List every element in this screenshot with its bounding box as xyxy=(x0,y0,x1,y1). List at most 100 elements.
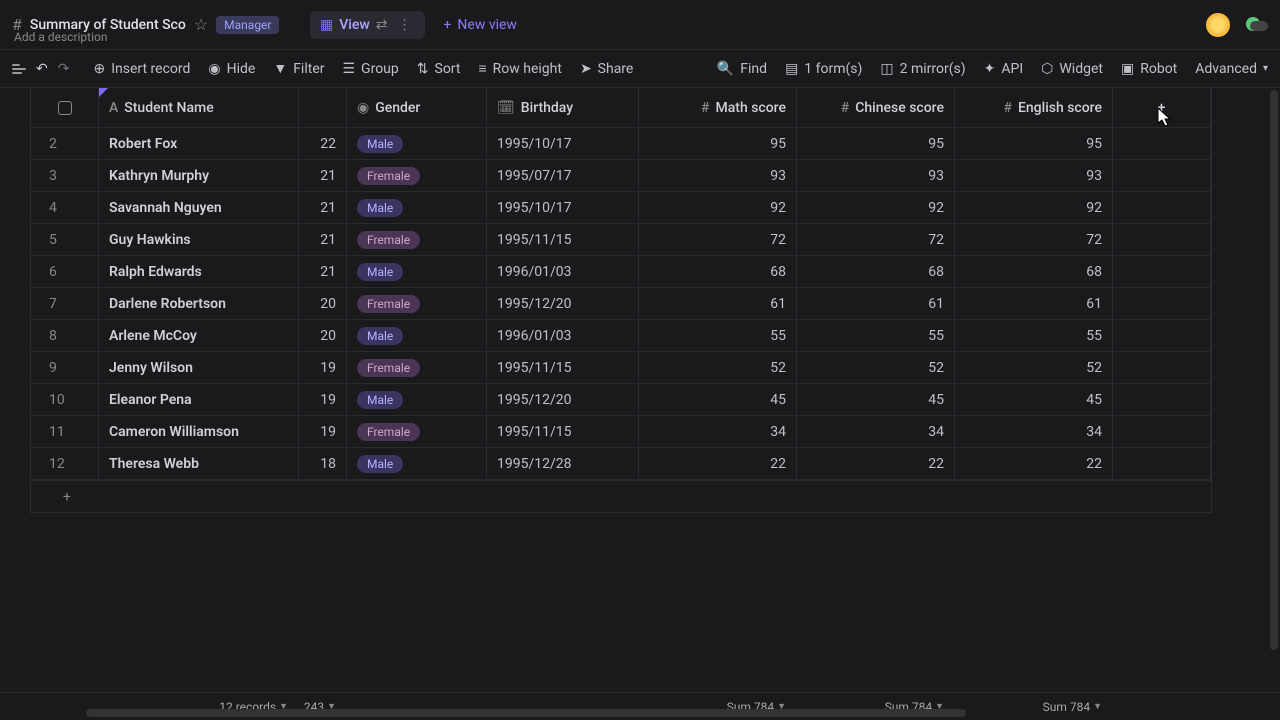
cell-english[interactable]: 92 xyxy=(955,192,1113,223)
cell-name[interactable]: Cameron Williamson xyxy=(99,416,299,447)
cell-english[interactable]: 22 xyxy=(955,448,1113,479)
cell-name[interactable]: Guy Hawkins xyxy=(99,224,299,255)
column-header-math[interactable]: #Math score xyxy=(639,88,797,127)
table-row[interactable]: 4Savannah Nguyen21Male1995/10/17929292 xyxy=(31,192,1211,224)
sort-button[interactable]: ⇅Sort xyxy=(417,61,461,77)
cell-birthday[interactable]: 1995/12/28 xyxy=(487,448,639,479)
cell-chinese[interactable]: 52 xyxy=(797,352,955,383)
cell-name[interactable]: Eleanor Pena xyxy=(99,384,299,415)
cell-name[interactable]: Robert Fox xyxy=(99,128,299,159)
cell-english[interactable]: 68 xyxy=(955,256,1113,287)
table-row[interactable]: 5Guy Hawkins21Fremale1995/11/15727272 xyxy=(31,224,1211,256)
cell-age[interactable]: 22 xyxy=(299,128,347,159)
cell-birthday[interactable]: 1995/12/20 xyxy=(487,288,639,319)
cell-chinese[interactable]: 68 xyxy=(797,256,955,287)
robot-button[interactable]: ▣Robot xyxy=(1121,61,1177,77)
table-row[interactable]: 9Jenny Wilson19Fremale1995/11/15525252 xyxy=(31,352,1211,384)
cell-chinese[interactable]: 72 xyxy=(797,224,955,255)
table-row[interactable]: 2Robert Fox22Male1995/10/17959595 xyxy=(31,128,1211,160)
row-index[interactable]: 10 xyxy=(31,384,99,415)
table-row[interactable]: 12Theresa Webb18Male1995/12/28222222 xyxy=(31,448,1211,480)
cell-math[interactable]: 95 xyxy=(639,128,797,159)
cell-name[interactable]: Kathryn Murphy xyxy=(99,160,299,191)
checkbox[interactable] xyxy=(58,101,72,115)
api-button[interactable]: ✦API xyxy=(984,61,1024,77)
filter-button[interactable]: ▼Filter xyxy=(273,60,324,77)
forms-button[interactable]: ▤1 form(s) xyxy=(785,61,862,77)
advanced-button[interactable]: Advanced▾ xyxy=(1195,61,1268,77)
view-menu-icon[interactable]: ⋮ xyxy=(393,17,415,33)
menu-toggle-icon[interactable] xyxy=(12,64,26,74)
column-header-gender[interactable]: ◉Gender xyxy=(347,88,487,127)
row-index[interactable]: 2 xyxy=(31,128,99,159)
column-header-birthday[interactable]: 🗓Birthday xyxy=(487,88,639,127)
column-header-chinese[interactable]: #Chinese score xyxy=(797,88,955,127)
column-header-age[interactable] xyxy=(299,88,347,127)
cell-math[interactable]: 55 xyxy=(639,320,797,351)
cell-english[interactable]: 61 xyxy=(955,288,1113,319)
table-row[interactable]: 3Kathryn Murphy21Fremale1995/07/17939393 xyxy=(31,160,1211,192)
cell-math[interactable]: 45 xyxy=(639,384,797,415)
cell-math[interactable]: 72 xyxy=(639,224,797,255)
table-row[interactable]: 6Ralph Edwards21Male1996/01/03686868 xyxy=(31,256,1211,288)
row-index[interactable]: 7 xyxy=(31,288,99,319)
cell-math[interactable]: 92 xyxy=(639,192,797,223)
row-index[interactable]: 11 xyxy=(31,416,99,447)
mirrors-button[interactable]: ◫2 mirror(s) xyxy=(880,61,965,77)
row-index[interactable]: 6 xyxy=(31,256,99,287)
view-tab[interactable]: ▦ View ⇄ ⋮ xyxy=(310,11,425,39)
insert-record-button[interactable]: ⊕Insert record xyxy=(93,61,190,77)
cell-gender[interactable]: Fremale xyxy=(347,288,487,319)
cell-english[interactable]: 34 xyxy=(955,416,1113,447)
cell-birthday[interactable]: 1995/07/17 xyxy=(487,160,639,191)
cell-name[interactable]: Arlene McCoy xyxy=(99,320,299,351)
cell-math[interactable]: 22 xyxy=(639,448,797,479)
cell-birthday[interactable]: 1995/11/15 xyxy=(487,352,639,383)
cell-age[interactable]: 19 xyxy=(299,416,347,447)
table-row[interactable]: 7Darlene Robertson20Fremale1995/12/20616… xyxy=(31,288,1211,320)
select-all-cell[interactable] xyxy=(31,88,99,127)
cell-math[interactable]: 34 xyxy=(639,416,797,447)
cell-gender[interactable]: Fremale xyxy=(347,160,487,191)
row-index[interactable]: 9 xyxy=(31,352,99,383)
cell-age[interactable]: 19 xyxy=(299,384,347,415)
cell-birthday[interactable]: 1996/01/03 xyxy=(487,320,639,351)
cell-english[interactable]: 93 xyxy=(955,160,1113,191)
cell-age[interactable]: 21 xyxy=(299,192,347,223)
cell-gender[interactable]: Male xyxy=(347,320,487,351)
cell-english[interactable]: 52 xyxy=(955,352,1113,383)
cell-chinese[interactable]: 34 xyxy=(797,416,955,447)
cell-birthday[interactable]: 1995/10/17 xyxy=(487,128,639,159)
cell-english[interactable]: 55 xyxy=(955,320,1113,351)
cell-chinese[interactable]: 61 xyxy=(797,288,955,319)
cell-age[interactable]: 20 xyxy=(299,320,347,351)
row-index[interactable]: 5 xyxy=(31,224,99,255)
undo-icon[interactable]: ↶ xyxy=(36,61,48,77)
cell-gender[interactable]: Fremale xyxy=(347,224,487,255)
cell-math[interactable]: 68 xyxy=(639,256,797,287)
add-column-button[interactable]: + xyxy=(1113,88,1211,127)
find-button[interactable]: 🔍Find xyxy=(717,61,767,77)
cell-birthday[interactable]: 1995/11/15 xyxy=(487,224,639,255)
redo-icon[interactable]: ↷ xyxy=(58,61,70,77)
avatar[interactable] xyxy=(1206,13,1230,37)
cell-chinese[interactable]: 45 xyxy=(797,384,955,415)
cell-birthday[interactable]: 1995/11/15 xyxy=(487,416,639,447)
row-index[interactable]: 4 xyxy=(31,192,99,223)
cell-name[interactable]: Darlene Robertson xyxy=(99,288,299,319)
cell-age[interactable]: 18 xyxy=(299,448,347,479)
scrollbar-vertical[interactable] xyxy=(1270,90,1278,650)
status-icon[interactable] xyxy=(1244,13,1268,37)
cell-gender[interactable]: Male xyxy=(347,384,487,415)
description-placeholder[interactable]: Add a description xyxy=(14,30,108,44)
cell-english[interactable]: 45 xyxy=(955,384,1113,415)
row-height-button[interactable]: ≡Row height xyxy=(478,60,561,77)
cell-gender[interactable]: Male xyxy=(347,448,487,479)
new-view-button[interactable]: + New view xyxy=(433,11,527,39)
cell-birthday[interactable]: 1995/12/20 xyxy=(487,384,639,415)
cell-gender[interactable]: Fremale xyxy=(347,352,487,383)
cell-birthday[interactable]: 1995/10/17 xyxy=(487,192,639,223)
cell-age[interactable]: 19 xyxy=(299,352,347,383)
cell-math[interactable]: 93 xyxy=(639,160,797,191)
group-button[interactable]: ☰Group xyxy=(342,61,398,77)
